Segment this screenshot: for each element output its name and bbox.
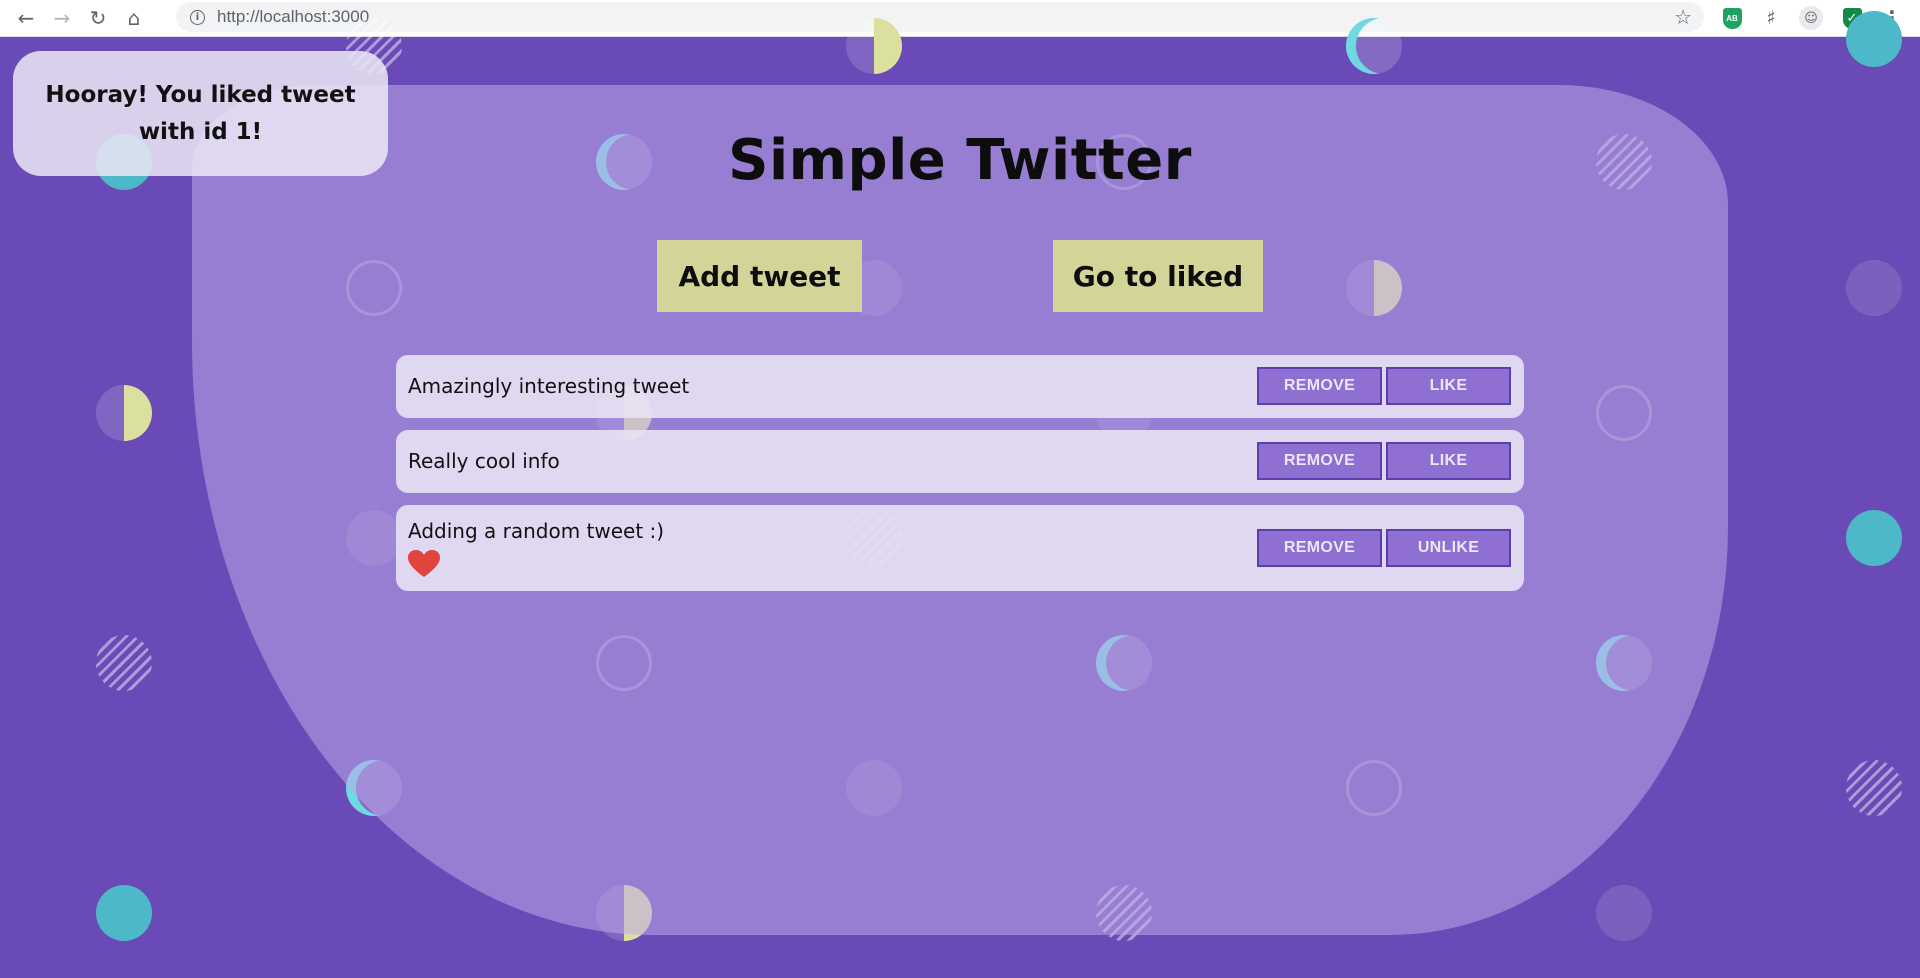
extensions-puzzle-icon[interactable]: ♯ bbox=[1757, 4, 1785, 32]
page-title: Simple Twitter bbox=[728, 128, 1192, 193]
striped-dot-icon bbox=[96, 635, 152, 691]
go-to-liked-button[interactable]: Go to liked bbox=[1053, 240, 1263, 312]
tweet-text: Really cool info bbox=[408, 449, 560, 473]
bookmark-star-icon[interactable]: ☆ bbox=[1674, 5, 1692, 29]
tweet-text: Adding a random tweet :) bbox=[408, 519, 665, 543]
address-bar[interactable]: i http://localhost:3000 ☆ bbox=[176, 2, 1704, 32]
like-button[interactable]: LIKE bbox=[1386, 367, 1511, 405]
forward-arrow-icon[interactable]: → bbox=[46, 2, 78, 34]
tweet-item: Adding a random tweet :) REMOVE UNLIKE bbox=[396, 505, 1524, 591]
profile-icon[interactable]: ☺ bbox=[1797, 4, 1825, 32]
adblock-label: AB bbox=[1722, 7, 1742, 29]
faint-dot-icon bbox=[1846, 260, 1902, 316]
faint-dot-icon bbox=[1596, 885, 1652, 941]
half-dot-icon bbox=[846, 18, 902, 74]
url-text[interactable]: http://localhost:3000 bbox=[217, 7, 369, 27]
like-button[interactable]: LIKE bbox=[1386, 442, 1511, 480]
striped-dot-icon bbox=[1846, 760, 1902, 816]
home-icon[interactable]: ⌂ bbox=[118, 2, 150, 34]
heart-icon bbox=[408, 550, 440, 577]
teal-dot-icon bbox=[96, 885, 152, 941]
reload-icon[interactable]: ↻ bbox=[82, 2, 114, 34]
unlike-button[interactable]: UNLIKE bbox=[1386, 529, 1511, 567]
remove-button[interactable]: REMOVE bbox=[1257, 367, 1382, 405]
moon-dot-icon bbox=[1346, 18, 1402, 74]
teal-dot-icon bbox=[1846, 510, 1902, 566]
back-arrow-icon[interactable]: ← bbox=[10, 2, 42, 34]
add-tweet-button[interactable]: Add tweet bbox=[657, 240, 862, 312]
remove-button[interactable]: REMOVE bbox=[1257, 529, 1382, 567]
tweet-item: Really cool info REMOVE LIKE bbox=[396, 430, 1524, 493]
remove-button[interactable]: REMOVE bbox=[1257, 442, 1382, 480]
tweet-item: Amazingly interesting tweet REMOVE LIKE bbox=[396, 355, 1524, 418]
teal-dot-icon bbox=[1846, 11, 1902, 67]
half-dot-icon bbox=[96, 385, 152, 441]
info-icon[interactable]: i bbox=[190, 9, 205, 25]
adblock-extension-icon[interactable]: AB bbox=[1718, 4, 1746, 32]
tweet-text: Amazingly interesting tweet bbox=[408, 374, 690, 398]
browser-toolbar: ← → ↻ ⌂ i http://localhost:3000 ☆ AB ♯ ☺… bbox=[0, 0, 1920, 37]
